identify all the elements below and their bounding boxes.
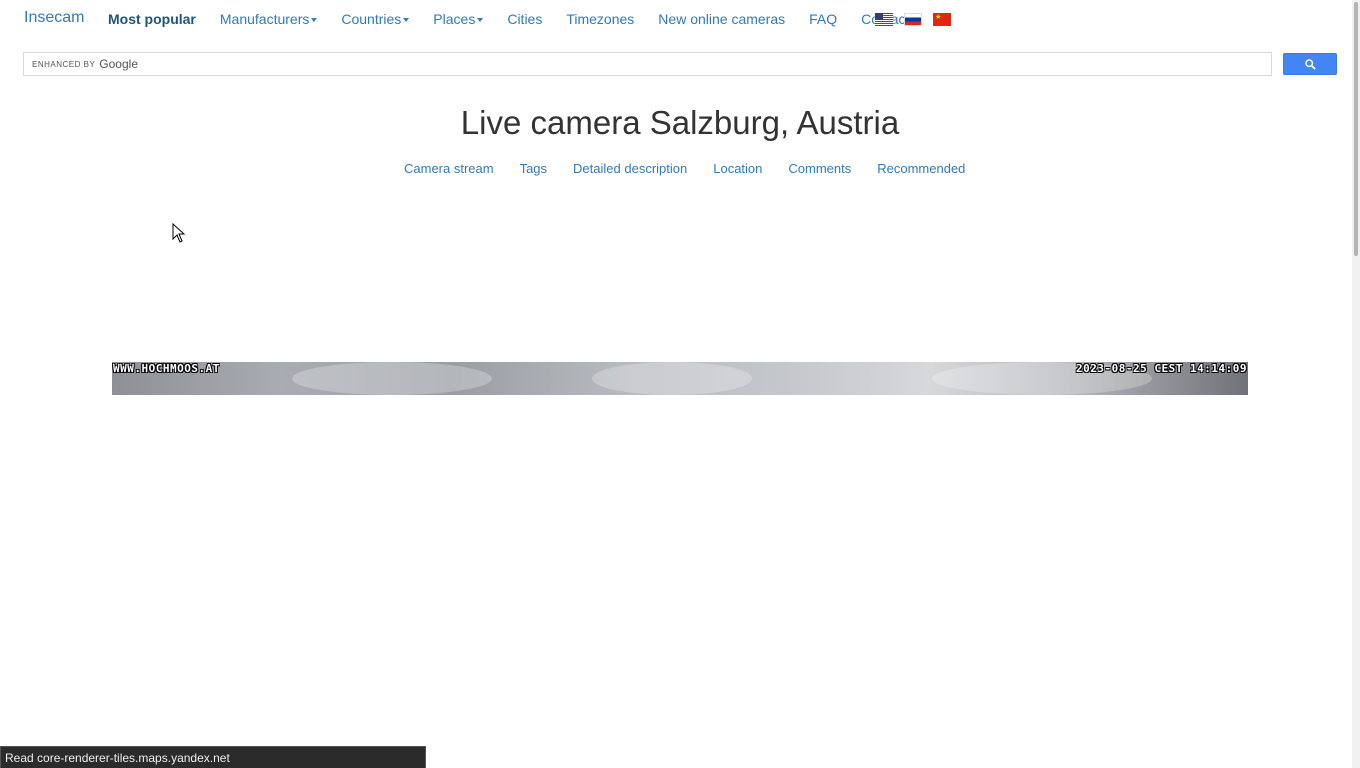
browser-status-bar: Read core-renderer-tiles.maps.yandex.net — [0, 746, 426, 768]
ru-flag-icon[interactable] — [904, 13, 922, 26]
nav-new-cameras[interactable]: New online cameras — [658, 11, 785, 27]
caret-down-icon — [477, 18, 484, 23]
google-logo: Google — [99, 57, 138, 71]
nav-faq[interactable]: FAQ — [809, 11, 837, 27]
camera-timestamp: 2023-08-25 CEST 14:14:09 — [1076, 362, 1247, 375]
nav-timezones[interactable]: Timezones — [566, 11, 634, 27]
page-title: Live camera Salzburg, Austria — [460, 104, 900, 141]
us-flag-icon[interactable] — [875, 13, 893, 26]
nav-most-popular[interactable]: Most popular — [108, 11, 196, 27]
subnav-location[interactable]: Location — [713, 161, 762, 176]
search-icon — [1304, 58, 1316, 70]
main-nav: Most popular Manufacturers Countries Pla… — [108, 11, 940, 27]
subnav-recommended[interactable]: Recommended — [877, 161, 965, 176]
subnav-camera-stream[interactable]: Camera stream — [404, 161, 494, 176]
page-scrollbar[interactable] — [1352, 0, 1360, 768]
brand-link[interactable]: Insecam — [24, 9, 84, 27]
cn-flag-icon[interactable]: ★ — [933, 13, 951, 26]
search-button[interactable] — [1283, 53, 1337, 75]
navbar: Insecam Most popular Manufacturers Count… — [0, 0, 1352, 38]
camera-watermark: WWW.HOCHMOOS.AT — [113, 362, 220, 375]
nav-manufacturers-dropdown[interactable]: Manufacturers — [219, 11, 318, 27]
language-flags: ★ — [875, 13, 962, 26]
scrollbar-thumb[interactable] — [1354, 2, 1358, 256]
nav-countries-label: Countries — [341, 11, 402, 27]
subnav-tags[interactable]: Tags — [520, 161, 547, 176]
subnav-detailed-description[interactable]: Detailed description — [573, 161, 687, 176]
caret-down-icon — [311, 18, 318, 23]
enhanced-by-label: ENHANCED BY — [32, 59, 96, 69]
section-nav: Camera stream Tags Detailed description … — [404, 161, 991, 176]
mouse-cursor-icon — [172, 223, 186, 243]
nav-places-dropdown[interactable]: Places — [433, 11, 484, 27]
caret-down-icon — [403, 18, 410, 23]
nav-cities[interactable]: Cities — [507, 11, 542, 27]
camera-stream-image[interactable]: WWW.HOCHMOOS.AT 2023-08-25 CEST 14:14:09 — [112, 362, 1248, 395]
nav-countries-dropdown[interactable]: Countries — [341, 11, 410, 27]
subnav-comments[interactable]: Comments — [788, 161, 851, 176]
search-input[interactable]: ENHANCED BY Google — [23, 52, 1272, 76]
nav-places-label: Places — [433, 11, 476, 27]
nav-manufacturers-label: Manufacturers — [219, 11, 310, 27]
